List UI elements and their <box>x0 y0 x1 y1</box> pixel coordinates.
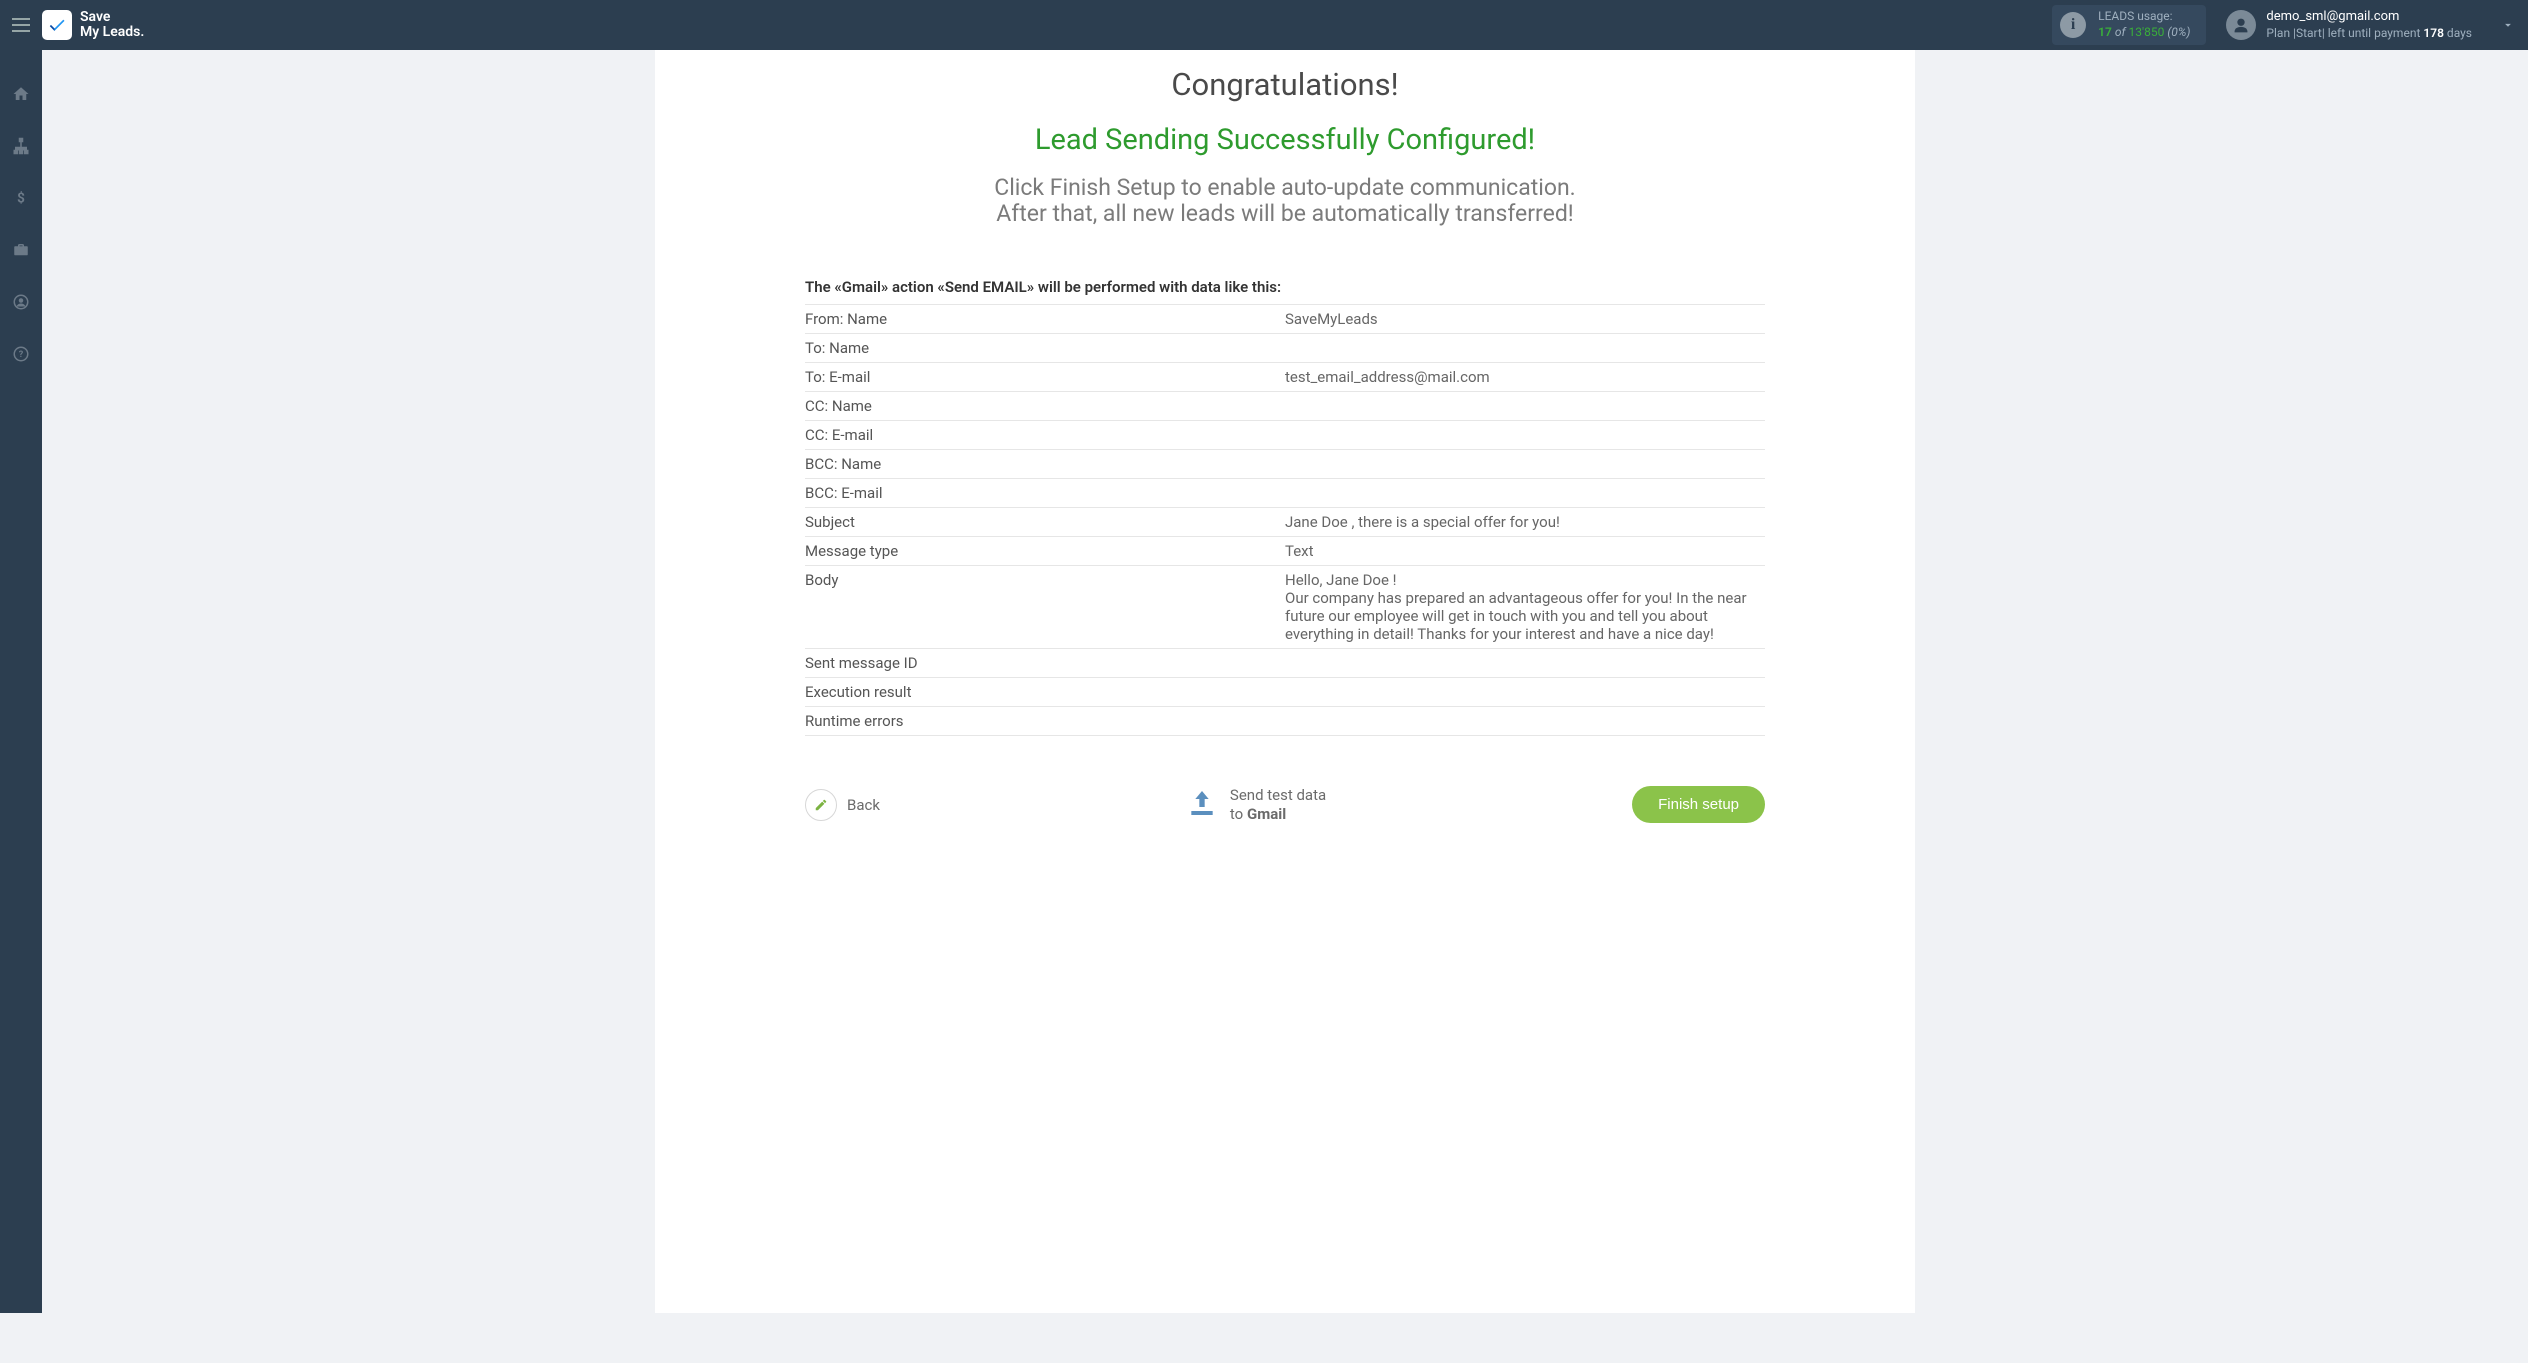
send-test-label: Send test data to Gmail <box>1230 786 1326 824</box>
sidebar-item-account[interactable] <box>0 288 42 316</box>
detail-key: Message type <box>805 542 1285 560</box>
sidebar-item-help[interactable]: ? <box>0 340 42 368</box>
detail-row: Execution result <box>805 677 1765 706</box>
detail-val: test_email_address@mail.com <box>1285 368 1765 386</box>
detail-row: BCC: E-mail <box>805 478 1765 507</box>
headline: Congratulations! <box>655 66 1915 103</box>
leads-usage-value: 17 of 13'850 (0%) <box>2098 25 2190 41</box>
detail-key: CC: E-mail <box>805 426 1285 444</box>
detail-row: Sent message ID <box>805 648 1765 677</box>
detail-key: CC: Name <box>805 397 1285 415</box>
detail-val: Text <box>1285 542 1765 560</box>
detail-val: Jane Doe , there is a special offer for … <box>1285 513 1765 531</box>
leads-usage-widget[interactable]: i LEADS usage: 17 of 13'850 (0%) <box>2052 5 2206 45</box>
details-caption: The «Gmail» action «Send EMAIL» will be … <box>805 278 1765 296</box>
user-circle-icon <box>12 293 30 311</box>
back-button[interactable]: Back <box>805 789 880 821</box>
detail-val <box>1285 455 1765 473</box>
avatar-icon <box>2226 10 2256 40</box>
details-table: The «Gmail» action «Send EMAIL» will be … <box>805 278 1765 736</box>
detail-row: BodyHello, Jane Doe ! Our company has pr… <box>805 565 1765 648</box>
detail-val <box>1285 484 1765 502</box>
user-email: demo_sml@gmail.com <box>2266 9 2472 25</box>
user-menu[interactable]: demo_sml@gmail.com Plan |Start| left unt… <box>2226 9 2472 40</box>
detail-row: BCC: Name <box>805 449 1765 478</box>
detail-row: CC: Name <box>805 391 1765 420</box>
detail-row: To: E-mailtest_email_address@mail.com <box>805 362 1765 391</box>
detail-val: Hello, Jane Doe ! Our company has prepar… <box>1285 571 1765 643</box>
detail-row: Runtime errors <box>805 706 1765 736</box>
leads-usage-label: LEADS usage: <box>2098 9 2190 25</box>
user-plan: Plan |Start| left until payment 178 days <box>2266 26 2472 41</box>
detail-key: BCC: Name <box>805 455 1285 473</box>
dollar-icon: $ <box>12 189 30 207</box>
content-card: Congratulations! Lead Sending Successful… <box>655 50 1915 1313</box>
sitemap-icon <box>12 137 30 155</box>
detail-key: Subject <box>805 513 1285 531</box>
hamburger-icon <box>12 18 30 32</box>
detail-val: SaveMyLeads <box>1285 310 1765 328</box>
briefcase-icon <box>12 241 30 259</box>
svg-text:$: $ <box>17 191 25 207</box>
detail-val <box>1285 654 1765 672</box>
subhead: Lead Sending Successfully Configured! <box>655 123 1915 157</box>
page: Congratulations! Lead Sending Successful… <box>42 50 2528 1313</box>
sidebar: $ ? <box>0 50 42 1313</box>
logo-text: Save My Leads. <box>80 10 144 41</box>
detail-key: Runtime errors <box>805 712 1285 730</box>
sidebar-item-connections[interactable] <box>0 132 42 160</box>
top-bar: Save My Leads. i LEADS usage: 17 of 13'8… <box>0 0 2528 50</box>
sidebar-item-billing[interactable]: $ <box>0 184 42 212</box>
detail-row: To: Name <box>805 333 1765 362</box>
detail-key: Sent message ID <box>805 654 1285 672</box>
user-menu-chevron[interactable] <box>2488 18 2528 32</box>
detail-key: Body <box>805 571 1285 643</box>
menu-toggle[interactable] <box>0 0 42 50</box>
sidebar-item-home[interactable] <box>0 80 42 108</box>
chevron-down-icon <box>2501 18 2515 32</box>
description: Click Finish Setup to enable auto-update… <box>655 175 1915 228</box>
detail-val <box>1285 339 1765 357</box>
detail-key: BCC: E-mail <box>805 484 1285 502</box>
finish-setup-button[interactable]: Finish setup <box>1632 786 1765 823</box>
logo-icon <box>42 10 72 40</box>
detail-row: Message typeText <box>805 536 1765 565</box>
back-label: Back <box>847 796 880 814</box>
info-icon: i <box>2060 12 2086 38</box>
detail-key: Execution result <box>805 683 1285 701</box>
footer-actions: Back Send test data to Gmail Finish setu… <box>805 786 1765 824</box>
detail-key: To: E-mail <box>805 368 1285 386</box>
home-icon <box>12 85 30 103</box>
upload-icon <box>1186 787 1218 823</box>
sidebar-item-briefcase[interactable] <box>0 236 42 264</box>
help-icon: ? <box>12 345 30 363</box>
pencil-icon <box>805 789 837 821</box>
detail-row: From: NameSaveMyLeads <box>805 304 1765 333</box>
send-test-button[interactable]: Send test data to Gmail <box>1186 786 1326 824</box>
svg-text:?: ? <box>19 350 24 360</box>
logo[interactable]: Save My Leads. <box>42 10 164 41</box>
detail-row: SubjectJane Doe , there is a special off… <box>805 507 1765 536</box>
detail-key: From: Name <box>805 310 1285 328</box>
detail-val <box>1285 683 1765 701</box>
detail-val <box>1285 426 1765 444</box>
detail-key: To: Name <box>805 339 1285 357</box>
detail-val <box>1285 397 1765 415</box>
detail-row: CC: E-mail <box>805 420 1765 449</box>
detail-val <box>1285 712 1765 730</box>
